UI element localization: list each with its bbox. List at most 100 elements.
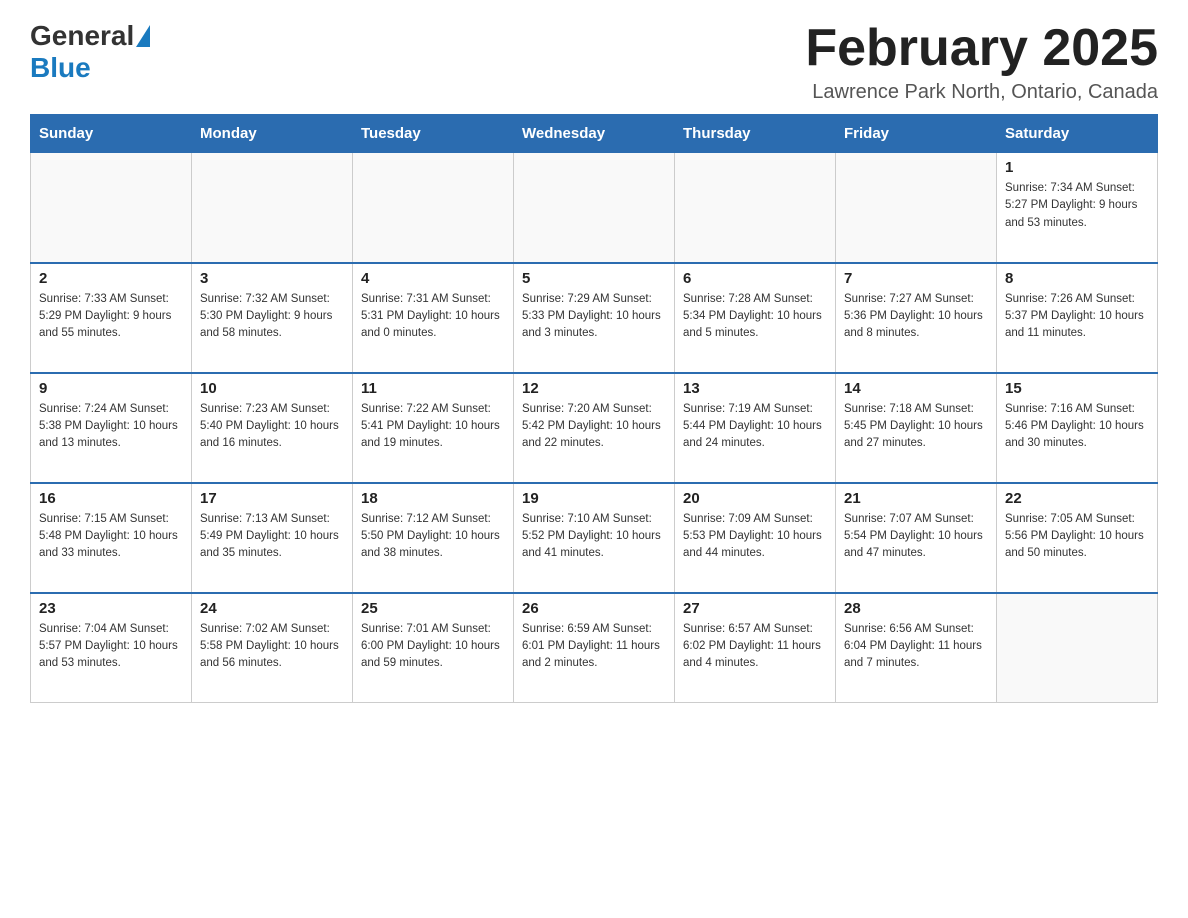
calendar-week-row: 1Sunrise: 7:34 AM Sunset: 5:27 PM Daylig…: [31, 153, 1158, 263]
calendar-table: SundayMondayTuesdayWednesdayThursdayFrid…: [30, 114, 1158, 703]
day-info: Sunrise: 7:07 AM Sunset: 5:54 PM Dayligh…: [844, 511, 988, 563]
day-info: Sunrise: 7:15 AM Sunset: 5:48 PM Dayligh…: [39, 511, 183, 563]
title-section: February 2025 Lawrence Park North, Ontar…: [805, 20, 1158, 104]
calendar-cell: 14 Sunrise: 7:18 AM Sunset: 5:45 PM Dayli…: [836, 373, 997, 483]
day-info: Sunrise: 7:29 AM Sunset: 5:33 PM Dayligh…: [522, 291, 666, 343]
day-number: 17: [200, 490, 344, 507]
day-number: 5: [522, 270, 666, 287]
calendar-cell: 19 Sunrise: 7:10 AM Sunset: 5:52 PM Dayli…: [514, 483, 675, 593]
weekday-header-row: SundayMondayTuesdayWednesdayThursdayFrid…: [31, 115, 1158, 153]
day-number: 6: [683, 270, 827, 287]
day-number: 11: [361, 380, 505, 397]
day-info: Sunrise: 7:01 AM Sunset: 6:00 PM Dayligh…: [361, 621, 505, 673]
day-number: 27: [683, 600, 827, 617]
page-header: General Blue February 2025 Lawrence Park…: [30, 20, 1158, 104]
calendar-cell: 22 Sunrise: 7:05 AM Sunset: 5:56 PM Dayli…: [997, 483, 1158, 593]
calendar-cell: 16 Sunrise: 7:15 AM Sunset: 5:48 PM Dayli…: [31, 483, 192, 593]
day-info: Sunrise: 7:05 AM Sunset: 5:56 PM Dayligh…: [1005, 511, 1149, 563]
day-number: 14: [844, 380, 988, 397]
calendar-cell: 2Sunrise: 7:33 AM Sunset: 5:29 PM Daylig…: [31, 263, 192, 373]
day-number: 26: [522, 600, 666, 617]
calendar-cell: 25 Sunrise: 7:01 AM Sunset: 6:00 PM Dayli…: [353, 593, 514, 703]
day-info: Sunrise: 7:22 AM Sunset: 5:41 PM Dayligh…: [361, 401, 505, 453]
calendar-cell: 6Sunrise: 7:28 AM Sunset: 5:34 PM Daylig…: [675, 263, 836, 373]
day-info: Sunrise: 7:20 AM Sunset: 5:42 PM Dayligh…: [522, 401, 666, 453]
calendar-cell: 17 Sunrise: 7:13 AM Sunset: 5:49 PM Dayli…: [192, 483, 353, 593]
day-number: 13: [683, 380, 827, 397]
calendar-cell: [31, 153, 192, 263]
day-info: Sunrise: 7:31 AM Sunset: 5:31 PM Dayligh…: [361, 291, 505, 343]
day-number: 4: [361, 270, 505, 287]
day-number: 15: [1005, 380, 1149, 397]
day-info: Sunrise: 7:26 AM Sunset: 5:37 PM Dayligh…: [1005, 291, 1149, 343]
calendar-cell: [353, 153, 514, 263]
day-number: 10: [200, 380, 344, 397]
day-info: Sunrise: 7:13 AM Sunset: 5:49 PM Dayligh…: [200, 511, 344, 563]
day-info: Sunrise: 6:57 AM Sunset: 6:02 PM Dayligh…: [683, 621, 827, 673]
weekday-header-monday: Monday: [192, 115, 353, 153]
day-info: Sunrise: 7:23 AM Sunset: 5:40 PM Dayligh…: [200, 401, 344, 453]
calendar-week-row: 2Sunrise: 7:33 AM Sunset: 5:29 PM Daylig…: [31, 263, 1158, 373]
calendar-cell: 20 Sunrise: 7:09 AM Sunset: 5:53 PM Dayli…: [675, 483, 836, 593]
day-number: 23: [39, 600, 183, 617]
weekday-header-saturday: Saturday: [997, 115, 1158, 153]
calendar-cell: 21 Sunrise: 7:07 AM Sunset: 5:54 PM Dayli…: [836, 483, 997, 593]
calendar-cell: 18 Sunrise: 7:12 AM Sunset: 5:50 PM Dayli…: [353, 483, 514, 593]
weekday-header-tuesday: Tuesday: [353, 115, 514, 153]
logo-triangle-icon: [136, 25, 150, 47]
weekday-header-thursday: Thursday: [675, 115, 836, 153]
calendar-week-row: 16 Sunrise: 7:15 AM Sunset: 5:48 PM Dayli…: [31, 483, 1158, 593]
day-number: 28: [844, 600, 988, 617]
day-info: Sunrise: 7:19 AM Sunset: 5:44 PM Dayligh…: [683, 401, 827, 453]
calendar-cell: 11 Sunrise: 7:22 AM Sunset: 5:41 PM Dayli…: [353, 373, 514, 483]
calendar-cell: 3 Sunrise: 7:32 AM Sunset: 5:30 PM Daylig…: [192, 263, 353, 373]
calendar-cell: 4 Sunrise: 7:31 AM Sunset: 5:31 PM Daylig…: [353, 263, 514, 373]
day-number: 12: [522, 380, 666, 397]
calendar-cell: [192, 153, 353, 263]
calendar-cell: [836, 153, 997, 263]
calendar-cell: 5 Sunrise: 7:29 AM Sunset: 5:33 PM Daylig…: [514, 263, 675, 373]
weekday-header-wednesday: Wednesday: [514, 115, 675, 153]
day-number: 16: [39, 490, 183, 507]
calendar-week-row: 23 Sunrise: 7:04 AM Sunset: 5:57 PM Dayli…: [31, 593, 1158, 703]
weekday-header-friday: Friday: [836, 115, 997, 153]
calendar-cell: 8Sunrise: 7:26 AM Sunset: 5:37 PM Daylig…: [997, 263, 1158, 373]
calendar-cell: 1Sunrise: 7:34 AM Sunset: 5:27 PM Daylig…: [997, 153, 1158, 263]
day-info: Sunrise: 7:04 AM Sunset: 5:57 PM Dayligh…: [39, 621, 183, 673]
day-info: Sunrise: 7:18 AM Sunset: 5:45 PM Dayligh…: [844, 401, 988, 453]
logo-text-blue: Blue: [30, 52, 91, 84]
day-info: Sunrise: 7:27 AM Sunset: 5:36 PM Dayligh…: [844, 291, 988, 343]
calendar-cell: 7 Sunrise: 7:27 AM Sunset: 5:36 PM Daylig…: [836, 263, 997, 373]
calendar-cell: [514, 153, 675, 263]
day-number: 22: [1005, 490, 1149, 507]
day-info: Sunrise: 6:56 AM Sunset: 6:04 PM Dayligh…: [844, 621, 988, 673]
logo: General Blue: [30, 20, 150, 84]
logo-text-general: General: [30, 20, 134, 52]
calendar-cell: 12 Sunrise: 7:20 AM Sunset: 5:42 PM Dayli…: [514, 373, 675, 483]
calendar-week-row: 9Sunrise: 7:24 AM Sunset: 5:38 PM Daylig…: [31, 373, 1158, 483]
day-info: Sunrise: 7:33 AM Sunset: 5:29 PM Dayligh…: [39, 291, 183, 343]
calendar-cell: 15Sunrise: 7:16 AM Sunset: 5:46 PM Dayli…: [997, 373, 1158, 483]
day-info: Sunrise: 7:12 AM Sunset: 5:50 PM Dayligh…: [361, 511, 505, 563]
calendar-cell: [997, 593, 1158, 703]
location-title: Lawrence Park North, Ontario, Canada: [805, 81, 1158, 104]
day-info: Sunrise: 7:09 AM Sunset: 5:53 PM Dayligh…: [683, 511, 827, 563]
day-number: 19: [522, 490, 666, 507]
calendar-cell: 23 Sunrise: 7:04 AM Sunset: 5:57 PM Dayli…: [31, 593, 192, 703]
month-title: February 2025: [805, 20, 1158, 77]
day-number: 7: [844, 270, 988, 287]
calendar-cell: 9Sunrise: 7:24 AM Sunset: 5:38 PM Daylig…: [31, 373, 192, 483]
day-info: Sunrise: 7:34 AM Sunset: 5:27 PM Dayligh…: [1005, 180, 1149, 232]
day-number: 3: [200, 270, 344, 287]
day-number: 20: [683, 490, 827, 507]
day-number: 21: [844, 490, 988, 507]
day-number: 18: [361, 490, 505, 507]
day-number: 25: [361, 600, 505, 617]
calendar-cell: 28 Sunrise: 6:56 AM Sunset: 6:04 PM Dayli…: [836, 593, 997, 703]
day-info: Sunrise: 7:02 AM Sunset: 5:58 PM Dayligh…: [200, 621, 344, 673]
calendar-cell: [675, 153, 836, 263]
day-info: Sunrise: 7:32 AM Sunset: 5:30 PM Dayligh…: [200, 291, 344, 343]
day-info: Sunrise: 7:10 AM Sunset: 5:52 PM Dayligh…: [522, 511, 666, 563]
weekday-header-sunday: Sunday: [31, 115, 192, 153]
day-number: 9: [39, 380, 183, 397]
